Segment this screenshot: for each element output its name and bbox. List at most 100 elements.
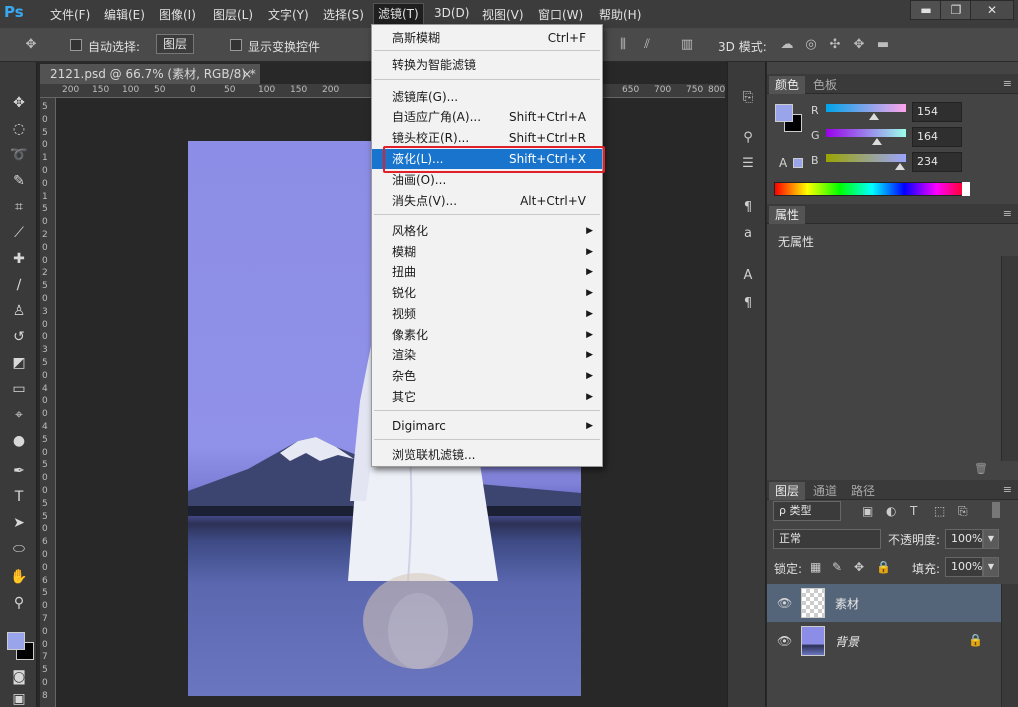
filter-toggle-switch[interactable] [992, 502, 1000, 518]
layer-row-material[interactable]: 👁 素材 [767, 584, 1001, 622]
lock-pixels-icon[interactable]: ✎ [832, 560, 842, 574]
menu-item-blur[interactable]: 模糊 ▶ [372, 242, 602, 262]
layers-scrollbar[interactable] [1001, 584, 1018, 707]
close-window-button[interactable]: ✕ [970, 0, 1014, 20]
align-icon[interactable]: ⫼ [614, 36, 632, 54]
dodge-tool-icon[interactable]: ● [8, 430, 30, 452]
auto-select-checkbox[interactable] [70, 39, 82, 51]
menu-item-video[interactable]: 视频 ▶ [372, 304, 602, 324]
panel-menu-icon[interactable]: ≡ [1003, 77, 1012, 90]
menu-3d[interactable]: 3D(D) [434, 6, 469, 20]
menu-edit[interactable]: 编辑(E) [104, 6, 145, 23]
3d-orbit-icon[interactable]: ☁ [778, 36, 796, 54]
path-select-tool-icon[interactable]: ➤ [8, 512, 30, 534]
r-value-input[interactable]: 154 [912, 102, 962, 122]
quick-mask-icon[interactable]: ◙ [8, 666, 30, 688]
menu-item-pixelate[interactable]: 像素化 ▶ [372, 325, 602, 345]
auto-select-dropdown[interactable]: 图层 [156, 34, 195, 54]
menu-item-convert-smart-filter[interactable]: 转换为智能滤镜 [372, 55, 602, 75]
visibility-eye-icon[interactable]: 👁 [777, 634, 792, 648]
r-slider-knob[interactable] [869, 113, 879, 120]
show-transform-checkbox[interactable] [230, 39, 242, 51]
color-spectrum-ramp[interactable] [774, 182, 970, 196]
menu-select[interactable]: 选择(S) [323, 6, 364, 23]
auto-align-icon[interactable]: ▥ [678, 36, 696, 54]
opacity-dropdown-button[interactable]: ▼ [983, 529, 999, 549]
menu-view[interactable]: 视图(V) [482, 6, 524, 23]
opacity-input[interactable]: 100% [945, 529, 983, 549]
adjustments-icon[interactable]: ☰ [738, 154, 758, 174]
foreground-color-swatch[interactable] [7, 632, 25, 650]
menu-item-stylize[interactable]: 风格化 ▶ [372, 221, 602, 241]
panel-menu-icon[interactable]: ≡ [1003, 483, 1012, 496]
menu-filter[interactable]: 滤镜(T) [373, 3, 424, 25]
history-panel-icon[interactable]: ⎘ [738, 88, 758, 108]
pen-tool-icon[interactable]: ✒ [8, 460, 30, 482]
b-slider[interactable] [826, 154, 906, 162]
web-safe-swatch[interactable] [793, 158, 803, 168]
crop-tool-icon[interactable]: ⌗ [8, 196, 30, 218]
menu-item-render[interactable]: 渲染 ▶ [372, 345, 602, 365]
r-slider[interactable] [826, 104, 906, 112]
move-tool-preset-icon[interactable]: ✥ [22, 36, 40, 54]
minimize-button[interactable]: ▬ [910, 0, 942, 20]
shape-tool-icon[interactable]: ⬭ [8, 538, 30, 560]
close-tab-icon[interactable]: × [242, 64, 252, 84]
filter-smart-object-icon[interactable]: ⎘ [958, 504, 968, 519]
brush-presets-icon[interactable]: ⚲ [738, 128, 758, 148]
fill-input[interactable]: 100% [945, 557, 983, 577]
filter-shape-icon[interactable]: ⬚ [934, 504, 945, 518]
screen-mode-icon[interactable]: ▣ [8, 688, 30, 707]
character-style-icon[interactable]: a [738, 224, 758, 244]
menu-item-vanishing-point[interactable]: 消失点(V)... Alt+Ctrl+V [372, 191, 602, 211]
lock-transparent-icon[interactable]: ▦ [810, 560, 821, 574]
3d-scale-icon[interactable]: ▬ [874, 36, 892, 54]
layer-filter-dropdown[interactable]: ρ 类型 [773, 501, 841, 521]
menu-item-sharpen[interactable]: 锐化 ▶ [372, 283, 602, 303]
quick-select-tool-icon[interactable]: ✎ [8, 170, 30, 192]
menu-help[interactable]: 帮助(H) [599, 6, 641, 23]
marquee-tool-icon[interactable]: ◌ [8, 118, 30, 140]
menu-item-adaptive-wide-angle[interactable]: 自适应广角(A)... Shift+Ctrl+A [372, 107, 602, 127]
filter-type-icon[interactable]: T [910, 504, 917, 518]
menu-type[interactable]: 文字(Y) [268, 6, 309, 23]
menu-item-oil-paint[interactable]: 油画(O)... [372, 170, 602, 190]
blend-mode-dropdown[interactable]: 正常 [773, 529, 881, 549]
trash-icon[interactable]: 🗑 [974, 462, 988, 475]
type-tool-icon[interactable]: T [8, 486, 30, 508]
3d-slide-icon[interactable]: ✥ [850, 36, 868, 54]
fill-dropdown-button[interactable]: ▼ [983, 557, 999, 577]
distribute-icon[interactable]: ⫽ [638, 36, 656, 54]
eraser-tool-icon[interactable]: ◩ [8, 352, 30, 374]
filter-pixel-icon[interactable]: ▣ [862, 504, 873, 518]
menu-item-browse-filters-online[interactable]: 浏览联机滤镜... [372, 445, 602, 465]
menu-item-lens-correction[interactable]: 镜头校正(R)... Shift+Ctrl+R [372, 128, 602, 148]
panel-menu-icon[interactable]: ≡ [1003, 207, 1012, 220]
visibility-eye-icon[interactable]: 👁 [777, 596, 792, 610]
gradient-tool-icon[interactable]: ▭ [8, 378, 30, 400]
maximize-button[interactable]: ❐ [940, 0, 972, 20]
hand-tool-icon[interactable]: ✋ [8, 566, 30, 588]
blur-tool-icon[interactable]: ⌖ [8, 404, 30, 426]
eyedropper-tool-icon[interactable]: ⟋ [8, 222, 30, 244]
3d-pan-icon[interactable]: ✣ [826, 36, 844, 54]
b-slider-knob[interactable] [894, 163, 905, 170]
tab-color[interactable]: 颜色 [769, 76, 806, 94]
tab-layers[interactable]: 图层 [769, 482, 806, 500]
menu-item-filter-gallery[interactable]: 滤镜库(G)... [372, 87, 602, 107]
b-value-input[interactable]: 234 [912, 152, 962, 172]
lasso-tool-icon[interactable]: ➰ [8, 144, 30, 166]
color-panel-fg-swatch[interactable] [775, 104, 793, 122]
healing-brush-tool-icon[interactable]: ✚ [8, 248, 30, 270]
menu-layer[interactable]: 图层(L) [213, 6, 253, 23]
g-value-input[interactable]: 164 [912, 127, 962, 147]
document-tab[interactable]: 2121.psd @ 66.7% (素材, RGB/8) * × [40, 64, 260, 84]
menu-item-distort[interactable]: 扭曲 ▶ [372, 262, 602, 282]
properties-scrollbar[interactable] [1001, 256, 1018, 461]
g-slider-knob[interactable] [872, 138, 883, 145]
character-panel-icon[interactable]: A [738, 266, 758, 286]
menu-item-other[interactable]: 其它 ▶ [372, 387, 602, 407]
lock-all-icon[interactable]: 🔒 [876, 560, 891, 574]
tab-swatches[interactable]: 色板 [807, 76, 843, 94]
menu-file[interactable]: 文件(F) [50, 6, 90, 23]
